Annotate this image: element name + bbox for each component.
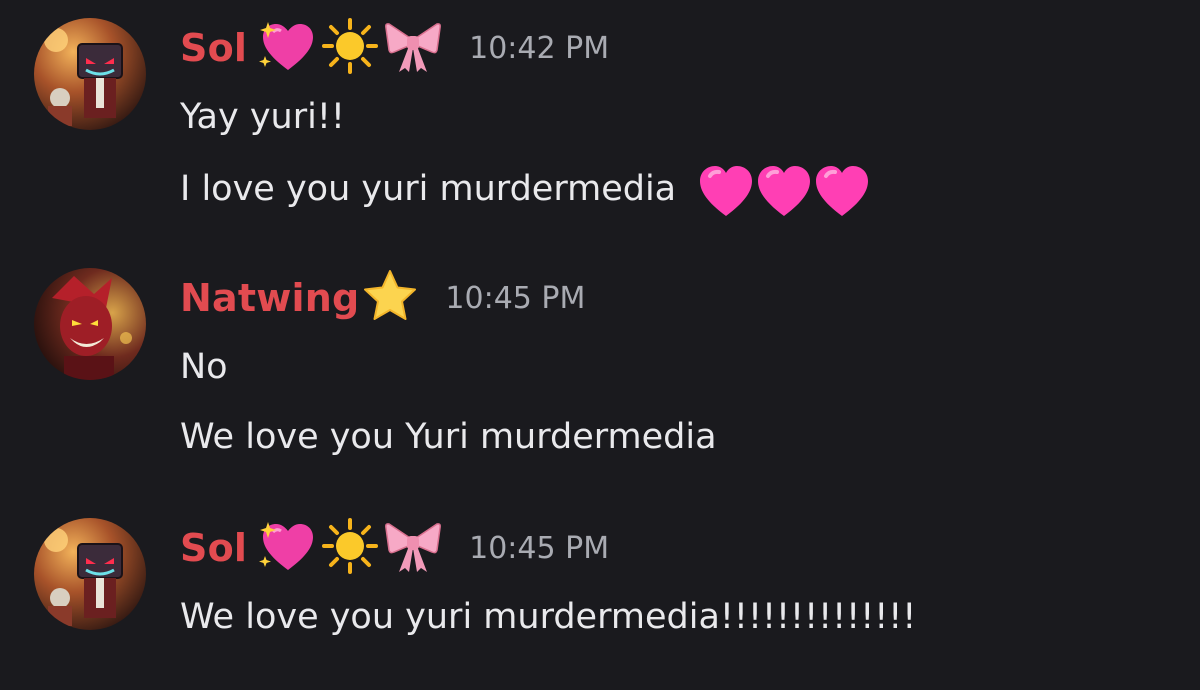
username[interactable]: Natwing [180,276,359,320]
chat-messages: Sol 10:42 PM Yay yuri!! I love you yuri … [0,0,1200,690]
message-line: I love you yuri murdermedia [180,162,871,216]
message-line: We love you Yuri murdermedia [180,412,717,462]
username[interactable]: Sol [180,526,247,570]
pink-heart-icon [700,166,753,216]
avatar[interactable] [34,518,146,630]
sun-icon [321,17,379,79]
sparkling-heart-icon [259,520,317,576]
message-header: Natwing 10:45 PM [180,268,585,328]
message-text: We love you Yuri murdermedia [180,417,717,457]
sun-icon [321,517,379,579]
star-icon [361,268,419,328]
avatar[interactable] [34,268,146,380]
message-header: Sol [180,18,609,78]
timestamp: 10:45 PM [445,280,586,316]
username[interactable]: Sol [180,26,247,70]
ribbon-icon [383,518,443,578]
message-text: I love you yuri murdermedia [180,169,677,209]
pink-heart-icon [758,166,811,216]
heart-emoji-group [697,162,871,218]
timestamp: 10:45 PM [469,530,610,566]
message-text: Yay yuri!! [180,97,345,137]
ribbon-icon [383,18,443,78]
message-line: No [180,342,228,392]
message-text: No [180,347,228,387]
message-header: Sol [180,518,609,578]
avatar[interactable] [34,18,146,130]
message-line: We love you yuri murdermedia!!!!!!!!!!!!… [180,592,916,642]
message-line: Yay yuri!! [180,92,345,142]
pink-heart-icon [816,166,869,216]
message-text: We love you yuri murdermedia!!!!!!!!!!!!… [180,597,917,637]
sparkling-heart-icon [259,20,317,76]
timestamp: 10:42 PM [469,30,610,66]
